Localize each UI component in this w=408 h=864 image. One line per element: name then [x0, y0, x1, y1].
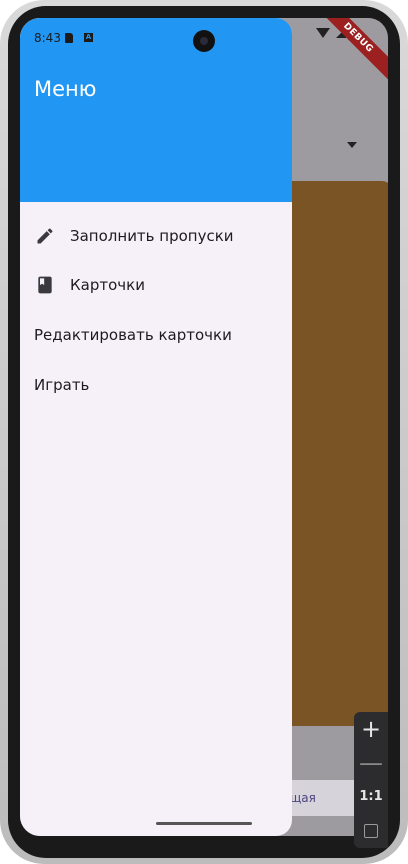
drawer-item-edit-cards[interactable]: Редактировать карточки: [20, 311, 292, 359]
navigation-drawer: 8:43 A Меню Заполнить пропуски Карточки: [20, 18, 292, 836]
underlying-card: [282, 181, 388, 726]
drawer-title: Меню: [34, 77, 97, 101]
drawer-item-play[interactable]: Играть: [20, 361, 292, 409]
fit-screen-icon: [364, 824, 378, 838]
wifi-icon: [316, 28, 330, 38]
book-icon: [38, 276, 52, 294]
zoom-in-button[interactable]: +: [354, 712, 388, 746]
drawer-item-label: Карточки: [70, 276, 145, 294]
pencil-icon: [37, 228, 53, 244]
front-camera: [193, 30, 215, 52]
drawer-header: 8:43 A Меню: [20, 18, 292, 202]
drawer-item-label: Редактировать карточки: [34, 326, 232, 344]
a-icon: A: [84, 33, 93, 42]
gesture-navigation-bar[interactable]: [156, 822, 252, 825]
zoom-fit-button[interactable]: [354, 814, 388, 848]
sd-card-icon: [65, 33, 73, 43]
dropdown-arrow-icon: [347, 142, 357, 148]
zoom-out-button[interactable]: —: [354, 746, 388, 780]
device-screen: щая DEBUG 8:43 A Меню Заполнить пропуски: [20, 18, 388, 836]
phone-frame: щая DEBUG 8:43 A Меню Заполнить пропуски: [0, 0, 408, 864]
drawer-item-label: Заполнить пропуски: [70, 227, 234, 245]
zoom-reset-button[interactable]: 1:1: [354, 780, 388, 814]
status-time: 8:43: [34, 31, 61, 45]
drawer-item-fill-gaps[interactable]: Заполнить пропуски: [20, 212, 292, 260]
drawer-item-cards[interactable]: Карточки: [20, 261, 292, 309]
drawer-item-label: Играть: [34, 376, 90, 394]
emulator-zoom-panel: + — 1:1: [354, 712, 388, 848]
